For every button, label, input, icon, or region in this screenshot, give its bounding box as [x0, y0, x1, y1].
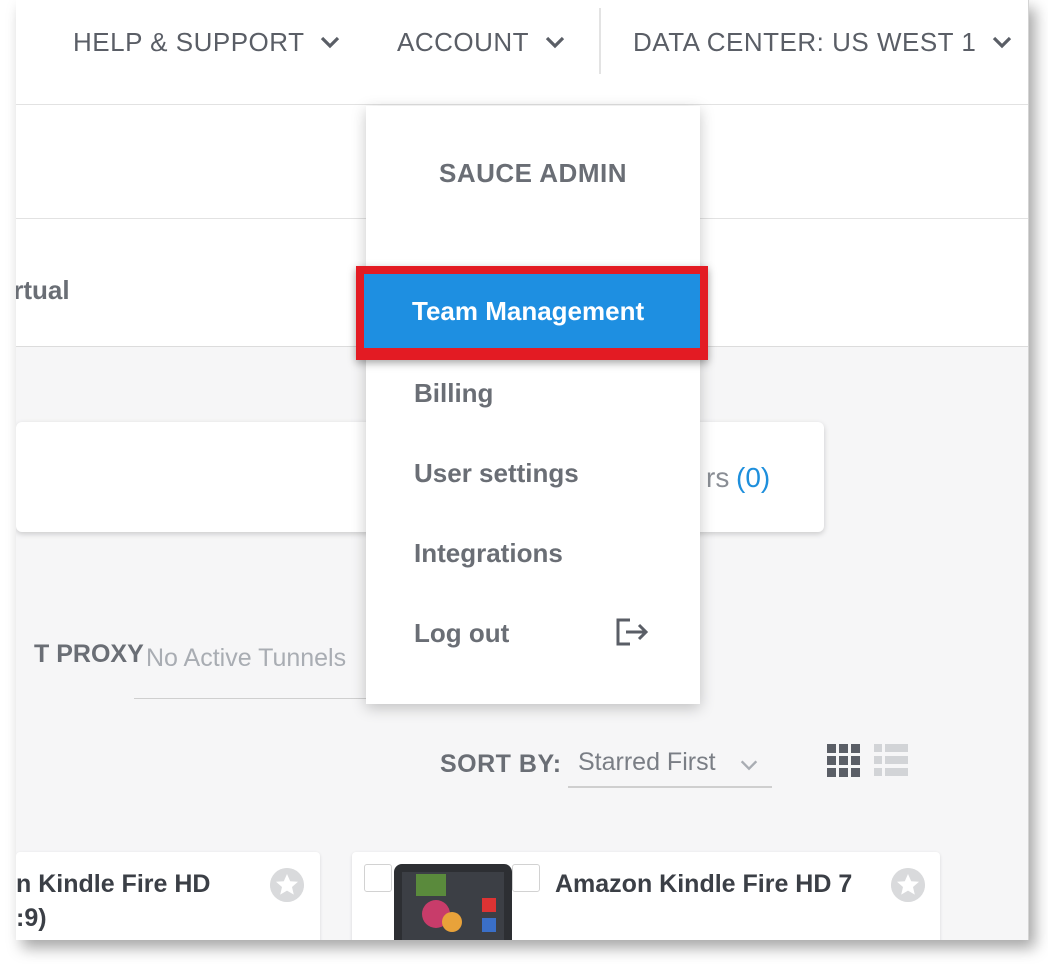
sort-select[interactable]: Starred First — [568, 744, 772, 788]
list-view-icon[interactable] — [874, 744, 908, 778]
proxy-label: T PROXY — [34, 640, 144, 668]
device-card[interactable]: Amazon Kindle Fire HD 7 — [352, 852, 940, 940]
tab-virtual[interactable]: irtual — [16, 275, 70, 306]
chevron-down-icon — [321, 36, 340, 49]
grid-view-icon[interactable] — [827, 744, 861, 778]
nav-help-support[interactable]: HELP & SUPPORT — [73, 26, 342, 58]
star-icon[interactable] — [270, 868, 304, 902]
filter-label: rs — [706, 462, 730, 493]
nav-account[interactable]: ACCOUNT — [397, 26, 567, 58]
menu-item-label: Team Management — [412, 295, 645, 326]
account-dropdown-menu: SAUCE ADMIN Team Management Billing User… — [356, 106, 708, 704]
select-checkbox[interactable] — [364, 864, 392, 892]
logout-icon[interactable] — [614, 616, 652, 648]
top-navigation: HELP & SUPPORT ACCOUNT DATA CENTER: US W… — [16, 0, 1028, 105]
account-menu-header: SAUCE ADMIN — [439, 158, 627, 188]
nav-data-center[interactable]: DATA CENTER: US WEST 1 — [633, 26, 1014, 58]
proxy-select[interactable]: No Active Tunnels — [134, 640, 374, 699]
device-name-line2: :9) — [16, 904, 47, 932]
app-window: HELP & SUPPORT ACCOUNT DATA CENTER: US W… — [16, 0, 1029, 940]
device-name: n Kindle Fire HD — [16, 870, 211, 898]
nav-data-center-label: DATA CENTER: US WEST 1 — [633, 26, 977, 57]
device-thumbnail — [394, 864, 512, 940]
chevron-down-icon — [740, 760, 758, 771]
sort-label: SORT BY: — [440, 750, 562, 778]
nav-help-label: HELP & SUPPORT — [73, 26, 305, 57]
chevron-down-icon — [545, 36, 565, 49]
star-icon[interactable] — [891, 868, 925, 902]
menu-item-billing[interactable]: Billing — [414, 378, 493, 409]
menu-item-integrations[interactable]: Integrations — [414, 538, 563, 569]
filter-count[interactable]: (0) — [736, 462, 770, 494]
nav-divider — [599, 8, 601, 74]
device-name: Amazon Kindle Fire HD 7 — [555, 870, 853, 898]
chevron-down-icon — [993, 36, 1012, 49]
highlight-box: Team Management — [356, 266, 708, 360]
select-checkbox[interactable] — [512, 864, 540, 892]
menu-item-log-out[interactable]: Log out — [414, 618, 509, 649]
proxy-value: No Active Tunnels — [146, 644, 347, 672]
device-card[interactable]: n Kindle Fire HD :9) — [16, 852, 320, 940]
nav-account-label: ACCOUNT — [397, 26, 530, 57]
menu-item-user-settings[interactable]: User settings — [414, 458, 579, 489]
menu-item-team-management[interactable]: Team Management — [364, 274, 700, 348]
sort-value: Starred First — [578, 748, 716, 776]
